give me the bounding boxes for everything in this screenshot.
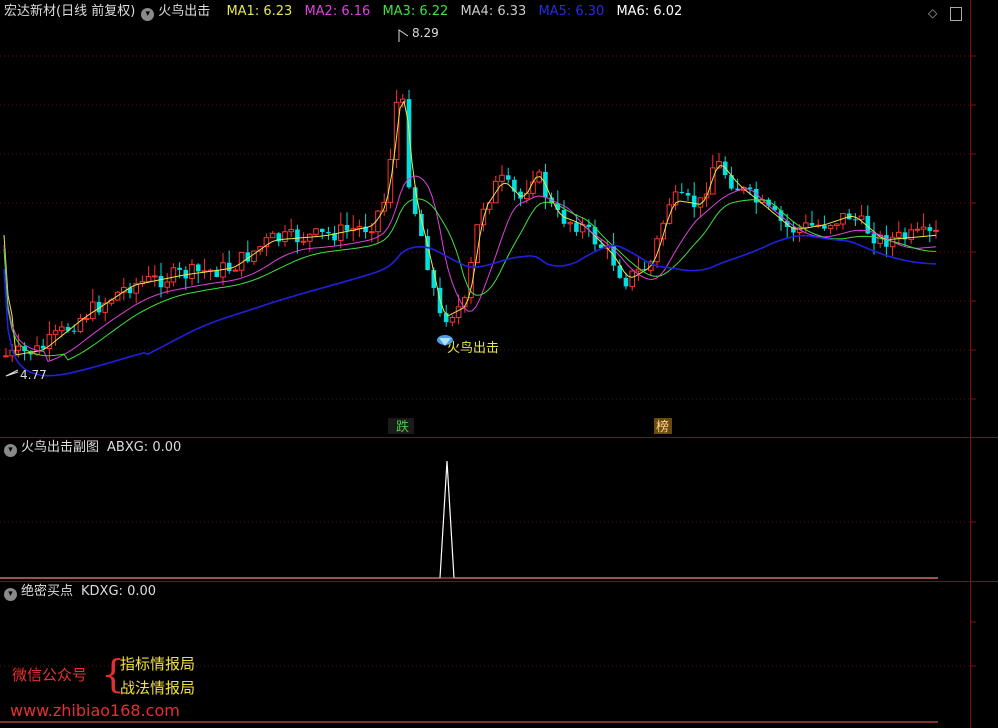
- candle-body: [455, 306, 462, 318]
- candle-body: [59, 326, 65, 332]
- sub-panel-1-header: ▾ 火鸟出击副图 ABXG: 0.00: [4, 440, 181, 457]
- moving-average-lines: [3, 100, 937, 377]
- candle-body: [586, 224, 592, 228]
- sub-panel-2-header: ▾ 绝密买点 KDXG: 0.00: [4, 584, 156, 601]
- candle-body: [71, 330, 77, 332]
- ma5-readout: MA5: 6.30: [538, 4, 605, 19]
- ma4-readout: MA4: 6.33: [460, 4, 527, 19]
- candle-body: [858, 215, 865, 220]
- candle-body: [300, 240, 307, 243]
- candle-body: [319, 228, 325, 233]
- candle-body: [412, 187, 418, 214]
- candle-body: [232, 269, 239, 272]
- candle-body: [623, 277, 629, 287]
- candle-body: [914, 228, 921, 231]
- promo-line-2: 战法情报局: [120, 679, 196, 697]
- website-link[interactable]: www.zhibiao168.com: [10, 701, 180, 720]
- abxg-label: ABXG:: [107, 440, 149, 455]
- candle-body: [710, 167, 716, 195]
- candle-body: [896, 231, 902, 238]
- panel-toggle-icon[interactable]: [950, 7, 962, 21]
- candle-body: [685, 193, 691, 196]
- panel-divider: [0, 437, 998, 438]
- candle-body: [170, 267, 177, 283]
- main-header: 宏达新材(日线 前复权) ▾ 火鸟出击 MA1: 6.23 MA2: 6.16 MA…: [4, 4, 690, 21]
- candle-body: [679, 191, 685, 194]
- promo-line-1: 指标情报局: [120, 655, 196, 673]
- kdxg-label: KDXG:: [81, 584, 123, 599]
- candle-body: [90, 301, 96, 320]
- candle-body: [871, 233, 877, 244]
- candle-body: [214, 270, 220, 277]
- candle-body: [83, 318, 90, 321]
- stock-name[interactable]: 宏达新材(日线 前复权): [4, 4, 135, 19]
- chevron-down-icon[interactable]: ▾: [141, 8, 155, 21]
- candle-body: [295, 229, 300, 243]
- candle-body: [164, 281, 170, 288]
- right-axis: [970, 0, 971, 728]
- sub2-title[interactable]: 绝密买点: [21, 584, 73, 599]
- candle-body: [567, 222, 574, 225]
- candle-body: [822, 225, 827, 229]
- chevron-down-icon[interactable]: ▾: [4, 588, 17, 601]
- candle-body: [326, 232, 331, 234]
- candle-body: [189, 263, 195, 279]
- candle-body: [269, 232, 276, 239]
- candle-body: [288, 228, 294, 233]
- marker-bang[interactable]: 榜: [656, 419, 669, 435]
- candle-body: [499, 174, 505, 182]
- candle-body: [530, 181, 536, 194]
- candle-body: [809, 222, 815, 226]
- candle-body: [195, 264, 201, 272]
- candle-body: [691, 195, 697, 208]
- kdxg-value: 0.00: [127, 584, 157, 599]
- wechat-label: 微信公众号: [12, 666, 88, 684]
- candle-body: [920, 226, 927, 230]
- candle-body: [574, 222, 579, 232]
- candle-body: [629, 270, 636, 287]
- candle-body: [803, 222, 809, 229]
- candle-body: [449, 316, 456, 323]
- candle-body: [505, 175, 511, 180]
- abxg-indicator-line: [0, 460, 938, 579]
- high-marker-icon: [398, 29, 409, 42]
- candle-body: [313, 228, 319, 235]
- candle-body: [369, 231, 375, 234]
- low-marker-icon: [5, 369, 19, 377]
- ma6-readout: MA6: 6.02: [616, 4, 683, 19]
- marker-die[interactable]: 跌: [396, 419, 409, 435]
- candle-body: [40, 345, 46, 349]
- abxg-value: 0.00: [152, 440, 182, 455]
- panel-divider: [0, 581, 998, 582]
- candle-body: [834, 223, 840, 227]
- candle-body: [853, 219, 858, 221]
- signal-label: 火鸟出击: [447, 340, 499, 356]
- candle-body: [52, 330, 59, 335]
- candle-body: [282, 231, 288, 243]
- candle-body: [15, 345, 22, 351]
- candle-body: [3, 355, 9, 358]
- candle-body: [177, 267, 182, 270]
- candle-body: [933, 229, 939, 232]
- candle-body: [226, 262, 232, 271]
- ma1-readout: MA1: 6.23: [226, 4, 293, 19]
- candle-body: [827, 225, 834, 230]
- chevron-down-icon[interactable]: ▾: [4, 444, 17, 457]
- candle-body: [344, 225, 350, 231]
- indicator-name[interactable]: 火鸟出击: [158, 4, 210, 19]
- candle-body: [152, 275, 158, 278]
- sub1-title[interactable]: 火鸟出击副图: [21, 440, 99, 455]
- candle-body: [884, 235, 889, 247]
- candle-body: [158, 275, 164, 288]
- low-price-label: 4.77: [20, 368, 47, 382]
- diamond-icon[interactable]: ◇: [928, 6, 937, 20]
- ma2-readout: MA2: 6.16: [304, 4, 371, 19]
- chart-stage[interactable]: 8.29 4.77 火鸟出击 跌 榜: [0, 0, 998, 728]
- high-price-label: 8.29: [412, 26, 439, 40]
- ma3-readout: MA3: 6.22: [382, 4, 449, 19]
- main-grid: [0, 55, 970, 667]
- candlesticks[interactable]: [3, 89, 939, 362]
- candle-body: [927, 227, 933, 231]
- candle-body: [145, 276, 152, 283]
